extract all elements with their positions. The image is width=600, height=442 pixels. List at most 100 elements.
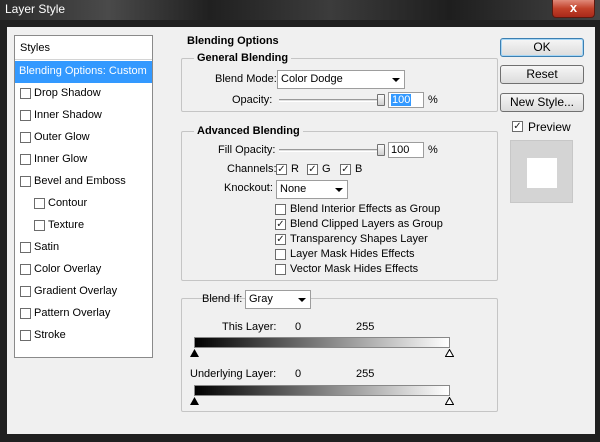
style-item-label: Outer Glow (34, 131, 90, 143)
blend-mode-value: Color Dodge (281, 73, 343, 85)
opacity-input[interactable]: 100 (388, 92, 424, 108)
chevron-down-icon (298, 298, 306, 302)
style-item-bevel-and-emboss[interactable]: Bevel and Emboss (15, 171, 152, 193)
style-item-checkbox[interactable] (20, 286, 31, 297)
style-item-checkbox[interactable] (34, 220, 45, 231)
underlying-layer-high: 255 (356, 368, 375, 380)
style-item-checkbox[interactable] (20, 308, 31, 319)
fill-opacity-label: Fill Opacity: (218, 144, 276, 156)
style-item-checkbox[interactable] (20, 154, 31, 165)
blend-clipped-layers-as-group-label: Blend Clipped Layers as Group (290, 218, 443, 230)
style-item-label: Satin (34, 241, 60, 253)
this-layer-white-slider-icon[interactable] (445, 349, 454, 357)
blend-mode-label: Blend Mode: (215, 73, 277, 85)
opacity-slider-thumb[interactable] (377, 94, 385, 106)
style-item-checkbox[interactable] (20, 330, 31, 341)
knockout-select[interactable]: None (276, 180, 348, 199)
this-layer-black-slider-icon[interactable] (190, 349, 199, 357)
underlying-black-slider-icon[interactable] (190, 397, 199, 405)
reset-button[interactable]: Reset (500, 65, 584, 84)
knockout-value: None (280, 183, 307, 195)
style-item-checkbox[interactable] (20, 176, 31, 187)
transparency-shapes-layer-checkbox[interactable] (275, 234, 286, 245)
general-blending-title: General Blending (194, 52, 292, 64)
style-item-checkbox[interactable] (20, 132, 31, 143)
ok-button[interactable]: OK (500, 38, 584, 57)
chevron-down-icon (335, 188, 343, 192)
blend-if-select[interactable]: Gray (245, 290, 311, 309)
channel-g-label: G (322, 163, 331, 175)
opacity-slider[interactable] (279, 99, 381, 102)
underlying-layer-label: Underlying Layer: (190, 368, 277, 380)
this-layer-gradient (194, 337, 450, 348)
style-item-label: Texture (48, 219, 85, 231)
transparency-shapes-layer-label: Transparency Shapes Layer (290, 233, 428, 245)
style-item-label: Inner Glow (34, 153, 88, 165)
this-layer-low: 0 (295, 321, 302, 333)
style-item-checkbox[interactable] (20, 242, 31, 253)
channel-r-label: R (291, 163, 299, 175)
preview-checkbox[interactable] (512, 121, 523, 132)
this-layer-label: This Layer: (222, 321, 277, 333)
style-item-contour[interactable]: Contour (15, 193, 152, 215)
blend-interior-effects-as-group-checkbox[interactable] (275, 204, 286, 215)
close-icon: x (569, 0, 578, 15)
channel-b-checkbox[interactable] (340, 164, 351, 175)
styles-header[interactable]: Styles (15, 36, 152, 60)
style-item-checkbox[interactable] (20, 88, 31, 99)
style-item-texture[interactable]: Texture (15, 215, 152, 237)
style-item-blending-options[interactable]: Blending Options: Custom (15, 61, 152, 83)
fill-opacity-input[interactable]: 100 (388, 142, 424, 158)
style-item-label: Color Overlay (34, 263, 102, 275)
style-item-stroke[interactable]: Stroke (15, 325, 152, 347)
style-item-label: Gradient Overlay (34, 285, 118, 297)
channel-g-checkbox[interactable] (307, 164, 318, 175)
style-item-outer-glow[interactable]: Outer Glow (15, 127, 152, 149)
vector-mask-hides-effects-checkbox[interactable] (275, 264, 286, 275)
fill-opacity-value: 100 (391, 144, 410, 156)
layer-mask-hides-effects-label: Layer Mask Hides Effects (290, 248, 415, 260)
style-item-label: Blending Options: Custom (19, 65, 147, 77)
style-item-checkbox[interactable] (34, 198, 45, 209)
blending-options-title: Blending Options (187, 35, 279, 47)
style-item-pattern-overlay[interactable]: Pattern Overlay (15, 303, 152, 325)
close-button[interactable]: x (552, 0, 595, 18)
underlying-white-slider-icon[interactable] (445, 397, 454, 405)
style-item-satin[interactable]: Satin (15, 237, 152, 259)
style-preview-swatch (527, 158, 557, 188)
style-item-inner-shadow[interactable]: Inner Shadow (15, 105, 152, 127)
blend-if-label: Blend If: (202, 293, 243, 305)
fill-opacity-slider[interactable] (279, 149, 381, 152)
style-item-label: Drop Shadow (34, 87, 101, 99)
preview-label: Preview (528, 120, 571, 134)
style-item-label: Stroke (34, 329, 66, 341)
blend-mode-select[interactable]: Color Dodge (277, 70, 405, 89)
styles-list: Styles Blending Options: Custom Drop Shad… (14, 35, 153, 358)
layer-mask-hides-effects-checkbox[interactable] (275, 249, 286, 260)
style-item-checkbox[interactable] (20, 264, 31, 275)
window-title: Layer Style (5, 2, 66, 16)
this-layer-high: 255 (356, 321, 375, 333)
chevron-down-icon (392, 78, 400, 82)
style-item-drop-shadow[interactable]: Drop Shadow (15, 83, 152, 105)
new-style-button[interactable]: New Style... (500, 93, 584, 112)
style-item-checkbox[interactable] (20, 110, 31, 121)
blend-clipped-layers-as-group-checkbox[interactable] (275, 219, 286, 230)
fill-opacity-slider-thumb[interactable] (377, 144, 385, 156)
style-item-inner-glow[interactable]: Inner Glow (15, 149, 152, 171)
advanced-blending-title: Advanced Blending (194, 125, 303, 137)
channel-r-checkbox[interactable] (276, 164, 287, 175)
knockout-label: Knockout: (224, 182, 273, 194)
style-preview-thumbnail (510, 140, 573, 203)
title-bar[interactable]: Layer Style x (0, 0, 600, 20)
channel-b-label: B (355, 163, 363, 175)
underlying-layer-gradient (194, 385, 450, 396)
layer-style-window: Layer Style x Styles Blending Options: C… (0, 0, 600, 442)
style-item-label: Contour (48, 197, 88, 209)
style-item-color-overlay[interactable]: Color Overlay (15, 259, 152, 281)
blend-interior-effects-as-group-label: Blend Interior Effects as Group (290, 203, 441, 215)
opacity-percent: % (428, 94, 438, 106)
opacity-value: 100 (391, 94, 412, 106)
style-item-gradient-overlay[interactable]: Gradient Overlay (15, 281, 152, 303)
vector-mask-hides-effects-label: Vector Mask Hides Effects (290, 263, 419, 275)
